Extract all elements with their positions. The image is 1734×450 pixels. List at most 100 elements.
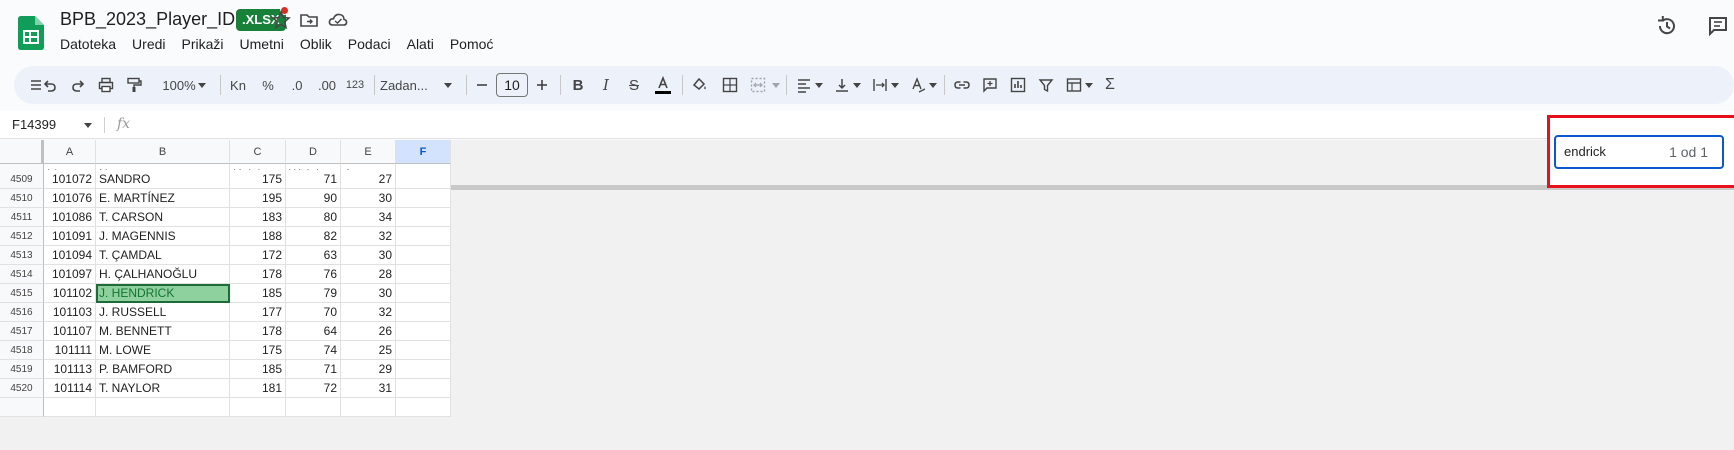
cell-weight[interactable]: 79 <box>286 284 341 303</box>
cell-age[interactable]: 30 <box>341 246 396 265</box>
decrease-decimal-button[interactable]: .0 <box>282 66 312 104</box>
cell-weight[interactable]: 71 <box>286 170 341 189</box>
cell-age[interactable]: 34 <box>341 208 396 227</box>
fill-color-icon[interactable] <box>686 66 714 104</box>
row-header[interactable]: 4518 <box>0 341 44 360</box>
cell-f[interactable] <box>396 189 451 208</box>
cell-id[interactable]: 101102 <box>44 284 96 303</box>
cell-f[interactable] <box>396 265 451 284</box>
cell-id[interactable]: 101076 <box>44 189 96 208</box>
cell-f[interactable] <box>396 360 451 379</box>
cell-age[interactable]: 26 <box>341 322 396 341</box>
decrease-font-size-icon[interactable] <box>470 66 494 104</box>
menu-tools[interactable]: Alati <box>407 36 442 52</box>
cell-name[interactable]: J. RUSSELL <box>96 303 230 322</box>
menu-data[interactable]: Podaci <box>348 36 399 52</box>
italic-icon[interactable]: I <box>592 66 620 104</box>
cell-weight[interactable]: 72 <box>286 379 341 398</box>
cell-height[interactable]: 172 <box>230 246 286 265</box>
cell-id[interactable]: 101103 <box>44 303 96 322</box>
insert-link-icon[interactable] <box>948 66 976 104</box>
menu-edit[interactable]: Uredi <box>132 36 173 52</box>
star-icon[interactable] <box>270 9 292 31</box>
redo-icon[interactable] <box>64 66 92 104</box>
menu-help[interactable]: Pomoć <box>450 36 502 52</box>
row-header[interactable]: 4512 <box>0 227 44 246</box>
row-header[interactable]: 4511 <box>0 208 44 227</box>
cell-name[interactable]: T. ÇAMDAL <box>96 246 230 265</box>
increase-decimal-button[interactable]: .00 <box>312 66 342 104</box>
name-box[interactable]: F14399 <box>12 117 56 132</box>
cell-height[interactable]: 175 <box>230 341 286 360</box>
column-header-d[interactable]: D <box>286 140 341 164</box>
cell-f[interactable] <box>396 303 451 322</box>
cell-age[interactable]: 30 <box>341 284 396 303</box>
cell-height[interactable]: 175 <box>230 170 286 189</box>
cell-age[interactable]: 31 <box>341 379 396 398</box>
cell-id[interactable]: 101111 <box>44 341 96 360</box>
find-input[interactable]: endrick 1 od 1 <box>1554 135 1724 169</box>
currency-format-button[interactable]: Kn <box>224 66 252 104</box>
cell-height[interactable]: 178 <box>230 265 286 284</box>
version-history-icon[interactable] <box>1655 14 1679 38</box>
row-header[interactable]: 4517 <box>0 322 44 341</box>
column-header-a[interactable]: A <box>44 140 96 164</box>
cell-id[interactable]: 101072 <box>44 170 96 189</box>
cell-name[interactable]: T. CARSON <box>96 208 230 227</box>
cell-height[interactable]: 181 <box>230 379 286 398</box>
cell-f[interactable] <box>396 170 451 189</box>
paint-format-icon[interactable] <box>120 66 148 104</box>
cell-weight[interactable] <box>286 398 341 417</box>
cell-weight[interactable]: 71 <box>286 360 341 379</box>
cell-height[interactable] <box>230 398 286 417</box>
cell-id[interactable]: 101091 <box>44 227 96 246</box>
column-header-f[interactable]: F <box>396 140 451 164</box>
cell-name[interactable]: T. NAYLOR <box>96 379 230 398</box>
cell-name[interactable]: E. MARTÍNEZ <box>96 189 230 208</box>
cell-name[interactable] <box>96 398 230 417</box>
row-header[interactable]: 4509 <box>0 170 44 189</box>
cell-f[interactable] <box>396 208 451 227</box>
cell-age[interactable]: 27 <box>341 170 396 189</box>
row-header[interactable]: 4513 <box>0 246 44 265</box>
row-header[interactable]: 4510 <box>0 189 44 208</box>
cell-age[interactable]: 30 <box>341 189 396 208</box>
cell-height[interactable]: 188 <box>230 227 286 246</box>
cell-height[interactable]: 195 <box>230 189 286 208</box>
increase-font-size-icon[interactable] <box>530 66 554 104</box>
cell-age[interactable]: 32 <box>341 227 396 246</box>
cell-weight[interactable]: 70 <box>286 303 341 322</box>
menu-insert[interactable]: Umetni <box>240 36 292 52</box>
cell-age[interactable] <box>341 398 396 417</box>
cell-id[interactable]: 101086 <box>44 208 96 227</box>
cell-weight[interactable]: 80 <box>286 208 341 227</box>
cell-f[interactable] <box>396 398 451 417</box>
row-header[interactable]: 4514 <box>0 265 44 284</box>
cell-id[interactable]: 101094 <box>44 246 96 265</box>
text-color-icon[interactable] <box>648 66 678 104</box>
row-header[interactable]: 4520 <box>0 379 44 398</box>
menu-file[interactable]: Datoteka <box>60 36 124 52</box>
cell-age[interactable]: 25 <box>341 341 396 360</box>
percent-format-button[interactable]: % <box>254 66 282 104</box>
cell-weight[interactable]: 74 <box>286 341 341 360</box>
cell-age[interactable]: 32 <box>341 303 396 322</box>
column-header-b[interactable]: B <box>96 140 230 164</box>
row-header[interactable]: 4516 <box>0 303 44 322</box>
cell-name[interactable]: SANDRO <box>96 170 230 189</box>
functions-icon[interactable]: Σ <box>1096 66 1124 104</box>
more-formats-button[interactable]: 123 <box>340 66 370 104</box>
row-header[interactable]: 4515 <box>0 284 44 303</box>
borders-icon[interactable] <box>716 66 744 104</box>
cell-weight[interactable]: 76 <box>286 265 341 284</box>
move-folder-icon[interactable] <box>298 9 320 31</box>
cell-name[interactable]: M. LOWE <box>96 341 230 360</box>
name-box-chevron-down-icon[interactable] <box>84 123 92 128</box>
filter-icon[interactable] <box>1032 66 1060 104</box>
cell-name[interactable]: H. ÇALHANOĞLU <box>96 265 230 284</box>
cell-weight[interactable]: 90 <box>286 189 341 208</box>
cell-weight[interactable]: 63 <box>286 246 341 265</box>
cell-height[interactable]: 183 <box>230 208 286 227</box>
cell-age[interactable]: 28 <box>341 265 396 284</box>
cell-height[interactable]: 185 <box>230 284 286 303</box>
